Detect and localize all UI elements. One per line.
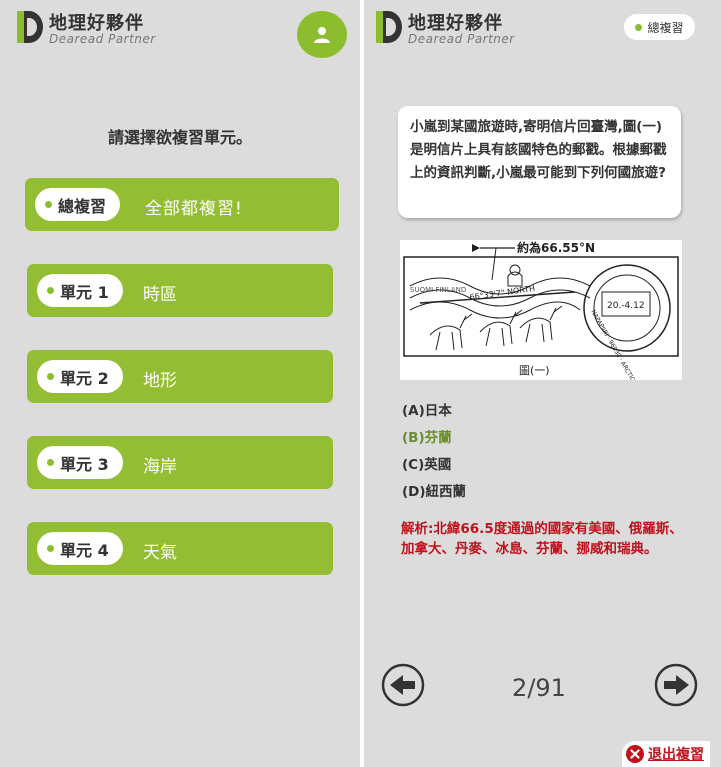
unit-tag-label: 單元 2 [60, 368, 109, 388]
bullet-dot-icon [47, 459, 54, 466]
unit-button-2[interactable]: 單元 2 地形 [27, 350, 333, 403]
unit-tag-label: 總複習 [58, 196, 107, 216]
unit-desc: 地形 [143, 371, 177, 391]
unit-button-1[interactable]: 單元 1 時區 [27, 264, 333, 317]
option-d[interactable]: (D)紐西蘭 [402, 479, 466, 506]
bullet-dot-icon [45, 201, 52, 208]
unit-desc: 時區 [143, 285, 177, 305]
latitude-label: 約為66.55°N [517, 240, 595, 255]
next-question-button[interactable] [654, 663, 698, 707]
page-indicator: 2/91 [512, 674, 566, 702]
question-text: 小嵐到某國旅遊時,寄明信片回臺灣,圖(一)是明信片上具有該國特色的郵戳。根據郵戳… [410, 119, 667, 181]
postmark-date: 20.-4.12 [607, 301, 645, 311]
close-circle-icon [626, 745, 644, 763]
user-profile-button[interactable] [297, 11, 347, 58]
prev-question-button[interactable] [381, 663, 425, 707]
brand-name-en: Dearead Partner [49, 32, 156, 46]
unit-button-3[interactable]: 單元 3 海岸 [27, 436, 333, 489]
prev-arrow-icon [381, 663, 425, 707]
unit-tag: 單元 1 [37, 274, 123, 307]
wavy-stamp-text: SUOMI FINLAND [410, 286, 466, 294]
brand-logo: 地理好夥伴 Dearead Partner [17, 9, 167, 49]
unit-tag-label: 單元 1 [60, 282, 109, 302]
unit-tag-label: 單元 4 [60, 540, 109, 560]
review-mode-label: 總複習 [647, 20, 684, 35]
bullet-dot-icon [47, 373, 54, 380]
brand-logo-icon [17, 11, 43, 43]
unit-select-prompt: 請選擇欲複習單元。 [107, 128, 252, 147]
unit-tag: 單元 4 [37, 532, 123, 565]
bullet-dot-icon [635, 23, 643, 31]
brand-logo-icon [376, 11, 402, 43]
unit-select-screen: 地理好夥伴 Dearead Partner 請選擇欲複習單元。 總複習 全部都複… [0, 0, 360, 767]
review-mode-badge: 總複習 [624, 14, 695, 40]
question-figure: 約為66.55°N SUOMI FINLAND 66°33'7" NORTH 2… [400, 240, 682, 403]
unit-button-total-review[interactable]: 總複習 全部都複習! [25, 178, 339, 231]
brand-name-en: Dearead Partner [408, 32, 515, 46]
answer-options: (A)日本 (B)芬蘭 (C)英國 (D)紐西蘭 [402, 398, 466, 506]
user-icon [314, 26, 330, 43]
exit-review-button[interactable]: 退出複習 [622, 741, 710, 767]
postmark-illustration: 約為66.55°N SUOMI FINLAND 66°33'7" NORTH 2… [403, 240, 679, 403]
bullet-dot-icon [47, 545, 54, 552]
unit-tag: 總複習 [35, 188, 121, 221]
bullet-dot-icon [47, 287, 54, 294]
unit-desc: 天氣 [143, 543, 177, 563]
answer-explanation: 解析:北緯66.5度通過的國家有美國、俄羅斯、加拿大、丹麥、冰島、芬蘭、挪威和瑞… [401, 521, 683, 557]
unit-tag: 單元 2 [37, 360, 123, 393]
unit-desc: 全部都複習! [145, 199, 243, 219]
figure-caption: 圖(一) [519, 364, 550, 377]
brand-logo: 地理好夥伴 Dearead Partner [376, 9, 526, 49]
unit-tag-label: 單元 3 [60, 454, 109, 474]
question-card: 小嵐到某國旅遊時,寄明信片回臺灣,圖(一)是明信片上具有該國特色的郵戳。根據郵戳… [398, 106, 681, 218]
postmark-text: NAPAPIIRI · 96930 · ARCTIC CIRCLE [589, 309, 647, 380]
option-b[interactable]: (B)芬蘭 [402, 425, 466, 452]
quiz-screen: 地理好夥伴 Dearead Partner 總複習 小嵐到某國旅遊時,寄明信片回… [364, 0, 721, 767]
unit-button-4[interactable]: 單元 4 天氣 [27, 522, 333, 575]
exit-review-label: 退出複習 [648, 747, 704, 763]
unit-tag: 單元 3 [37, 446, 123, 479]
unit-desc: 海岸 [143, 457, 177, 477]
option-c[interactable]: (C)英國 [402, 452, 466, 479]
next-arrow-icon [654, 663, 698, 707]
option-a[interactable]: (A)日本 [402, 398, 466, 425]
